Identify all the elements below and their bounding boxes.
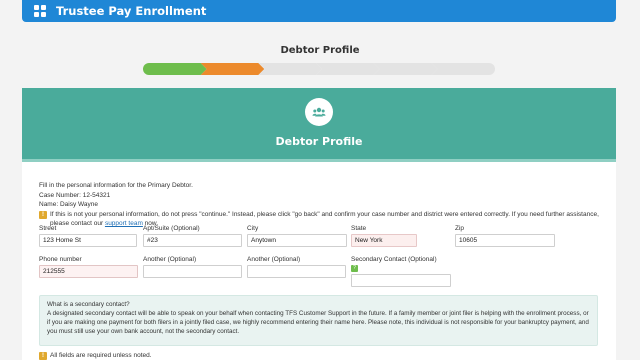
debtor-name: Name: Daisy Wayne xyxy=(39,201,98,208)
street-field: Street 123 Home St xyxy=(39,224,137,247)
app-title: Trustee Pay Enrollment xyxy=(56,4,207,18)
info-block: Fill in the personal information for the… xyxy=(39,181,609,229)
warning-icon: ! xyxy=(39,210,47,219)
info-icon[interactable]: ? xyxy=(351,265,358,272)
apt-field: Apt/Suite (Optional) #23 xyxy=(143,224,242,247)
zip-field: Zip 10605 xyxy=(455,224,555,247)
note-title: What is a secondary contact? xyxy=(47,301,130,308)
secondary-contact-note: What is a secondary contact? A designate… xyxy=(39,295,598,346)
progress-step-1 xyxy=(143,63,207,75)
city-field: City Anytown xyxy=(247,224,347,247)
debtor-profile-card: Debtor Profile Fill in the personal info… xyxy=(22,88,616,360)
progress-step-4 xyxy=(316,63,380,75)
grid-logo-icon xyxy=(34,5,46,17)
case-number: Case Number: 12-54321 xyxy=(39,191,111,199)
progress-step-2 xyxy=(201,63,265,75)
apt-input[interactable]: #23 xyxy=(143,234,242,247)
page-title: Debtor Profile xyxy=(280,45,360,56)
phone-input[interactable]: 212555 xyxy=(39,265,138,278)
required-note: ! All fields are required unless noted. xyxy=(39,351,152,360)
progress-step-3 xyxy=(258,63,322,75)
card-title: Debtor Profile xyxy=(275,135,363,148)
note-body: A designated secondary contact will be a… xyxy=(47,310,589,335)
secondary-contact-input[interactable] xyxy=(351,274,451,287)
progress-step-6 xyxy=(431,63,496,75)
intro-text: Fill in the personal information for the… xyxy=(39,182,193,189)
warning-icon: ! xyxy=(39,352,47,360)
another-field-2: Another (Optional) xyxy=(247,255,346,278)
secondary-contact-field: Secondary Contact (Optional) ? xyxy=(351,255,451,287)
street-input[interactable]: 123 Home St xyxy=(39,234,137,247)
state-select[interactable]: New York xyxy=(351,234,417,247)
another-input-1[interactable] xyxy=(143,265,242,278)
state-field: State New York xyxy=(351,224,417,247)
progress-stepper xyxy=(143,63,496,75)
phone-field: Phone number 212555 xyxy=(39,255,138,278)
progress-step-5 xyxy=(374,63,438,75)
another-input-2[interactable] xyxy=(247,265,346,278)
users-icon xyxy=(305,98,333,126)
app-header: Trustee Pay Enrollment xyxy=(22,0,616,22)
another-field-1: Another (Optional) xyxy=(143,255,242,278)
zip-input[interactable]: 10605 xyxy=(455,234,555,247)
city-input[interactable]: Anytown xyxy=(247,234,347,247)
card-header: Debtor Profile xyxy=(22,88,616,162)
